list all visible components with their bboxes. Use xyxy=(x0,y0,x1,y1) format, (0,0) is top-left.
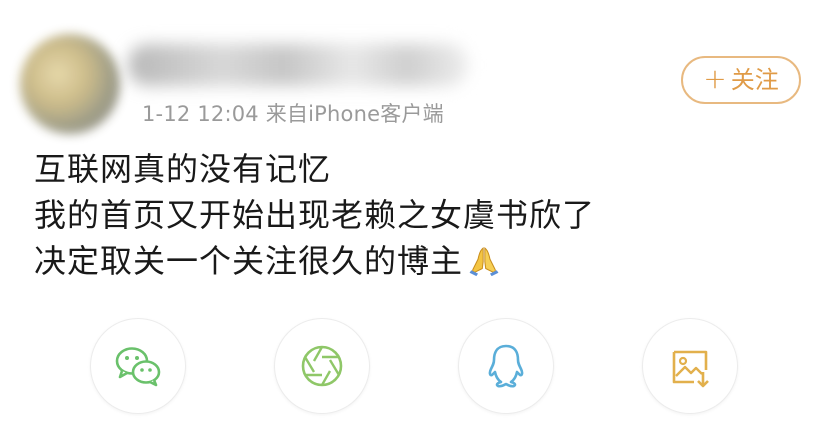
follow-label: 关注 xyxy=(730,66,779,94)
wechat-icon xyxy=(115,347,161,387)
plus-icon: + xyxy=(703,61,727,95)
share-save-image-button[interactable] xyxy=(642,318,738,414)
follow-button[interactable]: + 关注 xyxy=(681,56,801,104)
post-card: 1-12 12:04 来自iPhone客户端 + 关注 互联网真的没有记忆 我的… xyxy=(0,0,828,438)
post-line: 我的首页又开始出现老赖之女虞书欣了 xyxy=(34,196,596,234)
post-meta: 1-12 12:04 来自iPhone客户端 xyxy=(142,102,444,126)
post-line-text: 决定取关一个关注很久的博主 xyxy=(34,242,464,280)
username-redacted[interactable] xyxy=(128,44,468,86)
post-line-with-emoji: 决定取关一个关注很久的博主 xyxy=(34,238,595,284)
avatar[interactable] xyxy=(20,34,120,134)
post-line: 互联网真的没有记忆 xyxy=(34,150,332,188)
share-wechat-button[interactable] xyxy=(90,318,186,414)
post-content: 互联网真的没有记忆 我的首页又开始出现老赖之女虞书欣了 决定取关一个关注很久的博… xyxy=(34,146,595,284)
save-image-icon xyxy=(672,350,709,388)
moments-icon xyxy=(301,345,343,387)
share-qq-button[interactable] xyxy=(458,318,554,414)
qq-icon xyxy=(488,344,524,388)
pray-hands-icon xyxy=(469,247,499,277)
share-moments-button[interactable] xyxy=(274,318,370,414)
